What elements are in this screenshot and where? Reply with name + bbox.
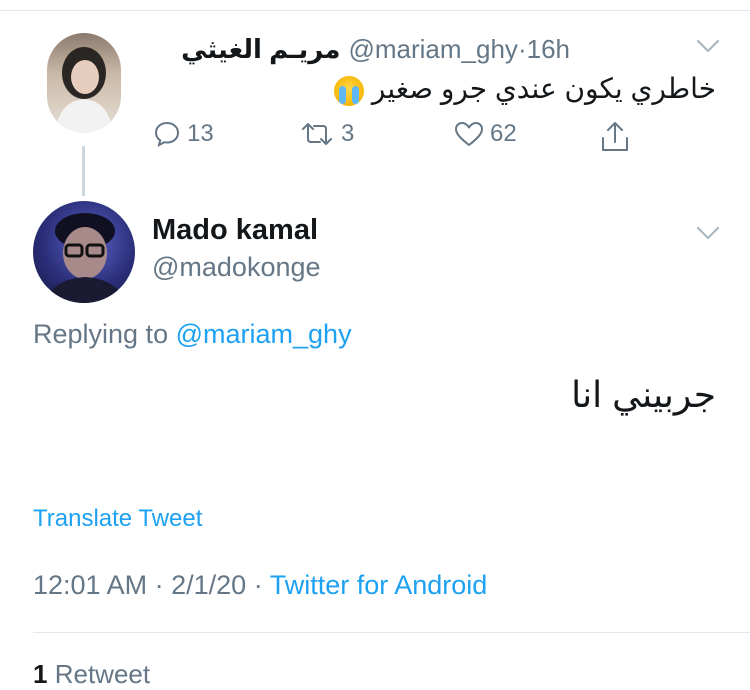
like-button[interactable]: 62 [454, 120, 517, 148]
parent-display-name[interactable]: مريـم الغيثي [181, 34, 340, 65]
share-button[interactable] [599, 120, 631, 154]
heart-icon [455, 122, 483, 146]
retweet-count: 3 [341, 120, 355, 147]
reply-button[interactable]: 13 [153, 120, 214, 148]
loudly-crying-face-icon [334, 75, 365, 106]
retweet-stat-label: Retweet [54, 659, 151, 689]
parent-tweet-text: خاطري يكون عندي جرو صغير [328, 72, 716, 106]
parent-tweet-actions: 13 3 62 [0, 120, 750, 160]
avatar-photo [43, 213, 127, 303]
client-link[interactable]: Twitter for Android [270, 570, 488, 600]
retweet-stat-count: 1 [33, 659, 48, 689]
main-display-name[interactable]: Mado kamal [152, 214, 318, 247]
share-icon [602, 122, 628, 151]
parent-handle[interactable]: @mariam_ghy [348, 34, 517, 64]
reply-count: 13 [187, 120, 214, 147]
parent-avatar[interactable] [47, 33, 121, 133]
meta-separator: · [517, 34, 527, 64]
retweet-button[interactable]: 3 [299, 120, 354, 148]
chevron-down-icon[interactable] [696, 225, 720, 241]
parent-tweet-header: مريـم الغيثي @mariam_ghy·16h [181, 34, 570, 68]
tweet-time: 12:01 AM [33, 570, 148, 600]
tweet-timestamp: 12:01 AM · 2/1/20 · Twitter for Android [33, 570, 487, 601]
parent-time[interactable]: 16h [527, 34, 570, 64]
main-tweet-text: جربيني انا [571, 374, 716, 415]
main-handle[interactable]: @madokonge [152, 252, 321, 283]
parent-meta: @mariam_ghy·16h [348, 34, 570, 65]
reply-icon [154, 121, 180, 147]
retweet-icon [302, 123, 332, 145]
replying-to: Replying to @mariam_ghy [33, 319, 352, 350]
parent-tweet-body: خاطري يكون عندي جرو صغير [371, 73, 716, 104]
chevron-down-icon[interactable] [696, 38, 720, 54]
top-divider [0, 10, 750, 11]
avatar-photo [55, 47, 113, 133]
meta-separator: · [154, 570, 164, 600]
tweet-date: 2/1/20 [171, 570, 247, 600]
like-count: 62 [490, 120, 517, 147]
main-avatar[interactable] [33, 201, 135, 303]
replying-prefix: Replying to [33, 319, 169, 349]
replying-mention-link[interactable]: @mariam_ghy [176, 319, 352, 349]
meta-separator: · [253, 570, 263, 600]
translate-tweet-link[interactable]: Translate Tweet [33, 505, 202, 533]
stats-divider [33, 632, 750, 633]
